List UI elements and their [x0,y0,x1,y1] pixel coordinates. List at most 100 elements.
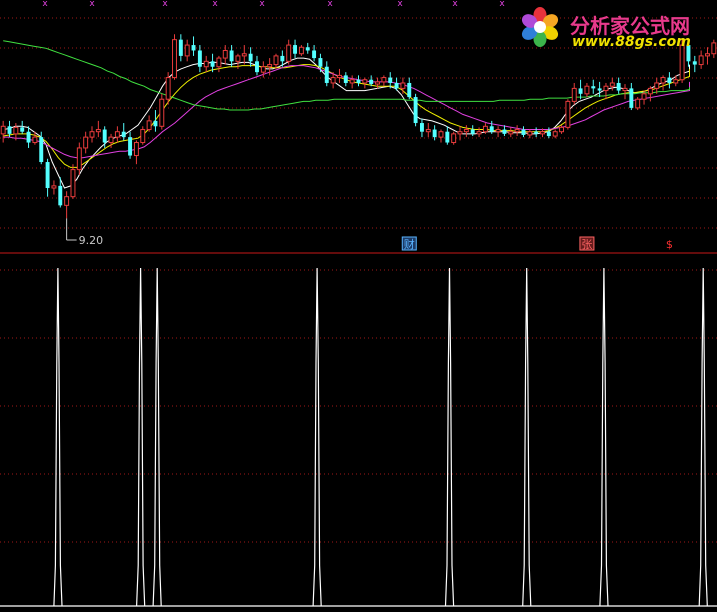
candle-body-up [438,131,444,138]
candle-body-down [578,88,583,94]
candle [76,142,82,176]
logo-center [534,21,546,33]
candle-body-up [95,129,101,133]
candle-body-down [388,77,393,83]
candle [514,125,520,137]
indicator-spike [312,267,322,607]
candle-body-up [584,85,590,95]
candle-body-up [698,55,704,66]
candle [140,126,146,145]
candle [305,42,310,54]
indicator-spike [698,267,708,607]
candle-body-down [20,127,25,132]
candle [667,72,672,89]
candle-body-down [102,129,107,143]
candle-body-down [229,50,234,62]
candle-body-down [534,131,539,134]
candle [336,68,342,83]
candle [508,127,514,138]
candle [184,39,190,62]
candle-body-up [76,147,82,171]
candle-body-up [603,85,609,92]
candle-body-up [51,185,57,189]
candle [629,82,634,111]
candle [616,77,621,94]
candle [241,45,247,65]
candle [298,45,304,56]
candle-body-down [191,45,196,51]
candle-body-up [336,74,342,79]
candle-body-down [153,120,158,127]
candle-body-down [305,47,310,51]
candle-body-down [128,137,133,156]
candle-body-up [711,42,717,55]
candle [51,180,57,195]
candle [470,125,475,137]
candle [20,120,25,134]
candle-body-up [267,64,273,68]
candle-body-down [280,55,285,62]
top-marker: x [397,0,403,9]
candle [83,131,89,154]
candle-body-down [419,123,424,132]
candle [362,77,368,89]
candle [349,75,355,89]
candle-body-up [552,131,558,137]
candle-body-up [222,49,228,59]
candle [451,131,457,145]
candle-body-down [521,129,526,135]
candle-body-up [622,87,628,92]
candle-body-up [463,129,469,133]
candle-body-up [133,142,139,157]
candle [521,126,526,138]
candle [356,75,361,87]
candle-body-up [514,129,520,133]
candle [565,99,571,130]
candle [178,34,183,62]
event-marker-label: $ [666,238,673,251]
candle-body-up [476,131,482,135]
candle [153,110,158,132]
candle-body-up [375,81,381,85]
top-marker: x [499,0,505,9]
candle [571,82,577,105]
candle [419,118,424,138]
candle-body-down [413,97,418,124]
candle [413,93,418,127]
candle-body-up [660,77,666,84]
candle [0,120,6,143]
candle [133,140,139,165]
candle-body-down [394,82,399,89]
candle [293,39,298,59]
candle [216,55,222,73]
candle [635,97,641,111]
candle-body-up [673,79,679,84]
candle [495,126,501,138]
candle-body-down [255,61,259,73]
candle-body-up [381,77,387,83]
candle [584,82,590,98]
candle [457,126,463,141]
event-marker-label: 财 [404,237,415,251]
candle-body-up [482,125,488,133]
candle-body-down [591,86,596,89]
candle-body-up [635,98,641,109]
candle-body-up [83,136,89,149]
candle-body-up [0,125,6,135]
candle [502,125,507,137]
candle-body-down [432,129,437,138]
candle-body-down [45,162,50,189]
indicator-spike [136,267,146,607]
candle-body-down [616,82,621,91]
candle-body-down [318,58,323,67]
candle-body-up [165,77,171,100]
candle-body-up [425,129,431,133]
top-marker: x [42,0,48,9]
candle-body-up [508,131,514,135]
candle [203,55,209,73]
candle-body-down [26,131,31,143]
candle-body-down [546,131,551,137]
candle-body-up [172,39,177,79]
candle [128,131,133,159]
candle-body-down [407,82,412,98]
